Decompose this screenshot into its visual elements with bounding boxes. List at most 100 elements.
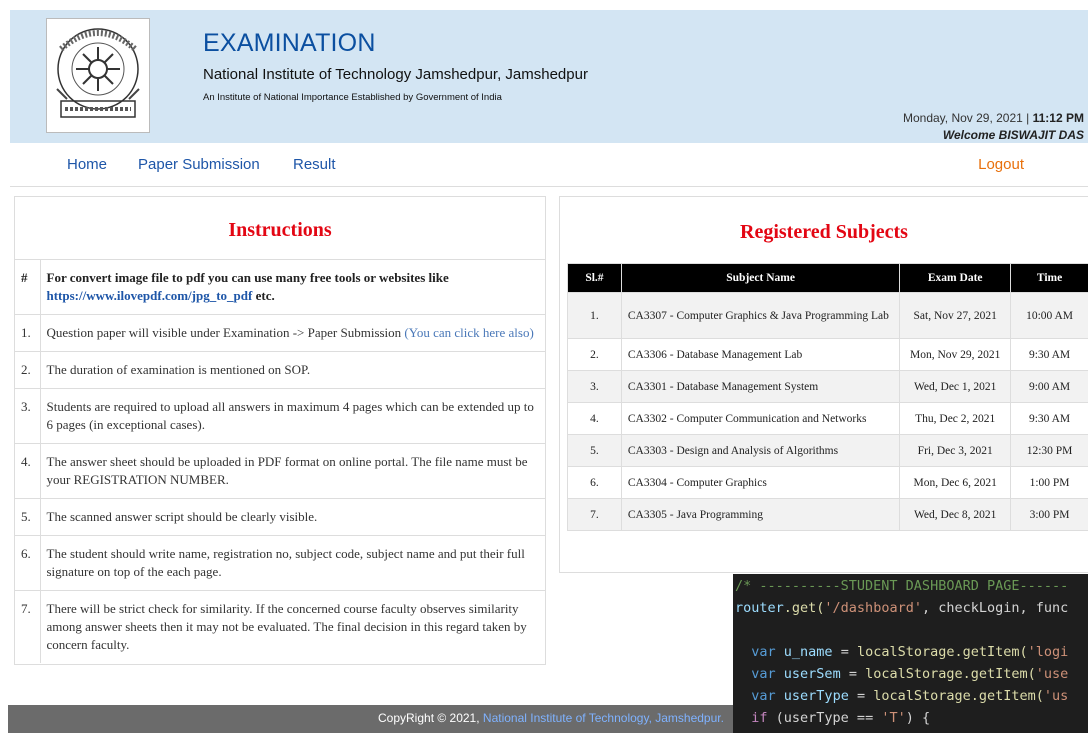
subject-name: CA3302 - Computer Communication and Netw… <box>620 402 901 435</box>
code-token: u_name <box>783 644 833 660</box>
subject-time: 12:30 PM <box>1010 434 1088 467</box>
subject-time: 10:00 AM <box>1010 292 1088 339</box>
pdf-tool-link[interactable]: https://www.ilovepdf.com/jpg_to_pdf <box>47 288 253 303</box>
subject-row: 3. CA3301 - Database Management System Wed… <box>567 370 1088 403</box>
subject-exam-date: Mon, Nov 29, 2021 <box>899 338 1012 371</box>
subject-time: 9:30 AM <box>1010 402 1088 435</box>
instruction-text: Question paper will visible under Examin… <box>40 314 545 352</box>
code-token: userSem <box>783 666 841 682</box>
instruction-body: Question paper will visible under Examin… <box>46 325 405 340</box>
instruction-number: 7. <box>15 590 41 663</box>
copyright-text: CopyRight © 2021, National Institute of … <box>378 711 724 725</box>
subject-exam-date: Sat, Nov 27, 2021 <box>899 292 1012 339</box>
code-token: userType <box>783 688 849 704</box>
instruction-text: The student should write name, registrat… <box>40 535 545 591</box>
logout-link[interactable]: Logout <box>978 156 1024 173</box>
instruction-body: There will be strict check for similarit… <box>46 601 527 652</box>
subjects-header-row: Sl.# Subject Name Exam Date Time <box>567 263 1088 293</box>
code-token: localStorage.getItem( <box>865 666 1036 682</box>
instruction-body: The scanned answer script should be clea… <box>46 509 318 524</box>
subject-name: CA3303 - Design and Analysis of Algorith… <box>620 434 901 467</box>
instruction-body: The duration of examination is mentioned… <box>46 362 311 377</box>
code-token: (userType == <box>767 710 882 726</box>
instruction-row: 4. The answer sheet should be uploaded in… <box>15 443 545 499</box>
code-token: , checkLogin, func <box>921 600 1069 616</box>
code-token: 'logi <box>1027 644 1069 660</box>
subjects-table: Sl.# Subject Name Exam Date Time 1. CA330… <box>567 263 1088 531</box>
instruction-number: 4. <box>15 443 41 499</box>
subject-row: 7. CA3305 - Java Programming Wed, Dec 8, 2… <box>567 498 1088 531</box>
instruction-row: 6. The student should write name, registr… <box>15 535 545 591</box>
subject-sl: 3. <box>567 370 622 403</box>
institute-logo <box>46 18 150 133</box>
instruction-row: 1. Question paper will visible under Exam… <box>15 314 545 352</box>
code-line: router.get('/dashboard', checkLogin, fun… <box>735 597 1088 619</box>
instruction-text: The duration of examination is mentioned… <box>40 351 545 389</box>
registered-subjects-panel: Registered Subjects Sl.# Subject Name Ex… <box>559 196 1088 573</box>
instruction-text: The answer sheet should be uploaded in P… <box>40 443 545 499</box>
instruction-number: 2. <box>15 351 41 389</box>
instruction-row: 7. There will be strict check for similar… <box>15 590 545 663</box>
instruction-body: Students are required to upload all answ… <box>46 399 534 432</box>
institute-footer-link[interactable]: National Institute of Technology, Jamshe… <box>483 711 724 725</box>
code-token: router <box>735 600 784 616</box>
col-header-subject: Subject Name <box>620 263 901 293</box>
registered-subjects-title: Registered Subjects <box>740 221 908 243</box>
subject-sl: 5. <box>567 434 622 467</box>
code-token: ) { <box>905 710 931 726</box>
subject-name: CA3306 - Database Management Lab <box>620 338 901 371</box>
code-token: 'use <box>1035 666 1069 682</box>
site-title: EXAMINATION <box>203 29 376 57</box>
instruction-text: Students are required to upload all answ… <box>40 388 545 444</box>
instruction-number: 5. <box>15 498 41 536</box>
current-datetime: Monday, Nov 29, 2021 | 11:12 PM <box>903 111 1084 125</box>
code-line: if (userType == 'T') { <box>735 707 1088 729</box>
code-line: var userType = localStorage.getItem('us <box>751 688 1069 704</box>
instruction-body: The answer sheet should be uploaded in P… <box>46 454 528 487</box>
instruction-number: 6. <box>15 535 41 591</box>
nav-result[interactable]: Result <box>293 156 336 173</box>
subject-time: 9:30 AM <box>1010 338 1088 371</box>
instruction-number: 1. <box>15 314 41 352</box>
code-token: '/dashboard' <box>824 600 922 616</box>
main-nav: Home Paper Submission Result Logout <box>10 143 1088 187</box>
instruction-row: 5. The scanned answer script should be cl… <box>15 498 545 536</box>
subject-sl: 6. <box>567 466 622 499</box>
subject-name: CA3305 - Java Programming <box>620 498 901 531</box>
current-date: Monday, Nov 29, 2021 | <box>902 111 1030 125</box>
col-header-exam-date: Exam Date <box>899 263 1012 293</box>
institute-tagline: An Institute of National Importance Esta… <box>203 92 502 103</box>
col-header-time: Time <box>1010 263 1088 293</box>
paper-submission-link[interactable]: (You can click here also) <box>404 325 533 340</box>
instructions-table: # For convert image file to pdf you can … <box>15 259 545 663</box>
subject-sl: 2. <box>567 338 622 371</box>
code-line: var u_name = localStorage.getItem('logi <box>751 644 1069 660</box>
instruction-text: There will be strict check for similarit… <box>40 590 545 663</box>
instruction-head-text: For convert image file to pdf you can us… <box>46 270 449 285</box>
welcome-message: Welcome BISWAJIT DAS <box>942 128 1084 142</box>
instruction-number: 3. <box>15 388 41 444</box>
code-line: var userSem = localStorage.getItem('use <box>751 666 1069 682</box>
instructions-title: Instructions <box>228 219 332 241</box>
instruction-marker: # <box>15 259 41 315</box>
subject-name: CA3301 - Database Management System <box>620 370 901 403</box>
subject-row: 2. CA3306 - Database Management Lab Mon, N… <box>567 338 1088 371</box>
code-token: .get( <box>783 600 825 616</box>
instruction-row: 2. The duration of examination is mention… <box>15 351 545 389</box>
subject-time: 9:00 AM <box>1010 370 1088 403</box>
instruction-body: The student should write name, registrat… <box>46 546 525 579</box>
instruction-row: 3. Students are required to upload all an… <box>15 388 545 444</box>
subject-time: 1:00 PM <box>1010 466 1088 499</box>
instruction-text: The scanned answer script should be clea… <box>40 498 545 536</box>
instructions-header-row: # For convert image file to pdf you can … <box>15 259 545 315</box>
nav-home[interactable]: Home <box>67 156 107 173</box>
subject-name: CA3304 - Computer Graphics <box>620 466 901 499</box>
nav-paper-submission[interactable]: Paper Submission <box>138 156 260 173</box>
code-comment: /* ----------STUDENT DASHBOARD PAGE-----… <box>735 578 1069 594</box>
site-header: EXAMINATION National Institute of Techno… <box>10 10 1088 143</box>
institute-name: National Institute of Technology Jamshed… <box>203 66 588 83</box>
subject-row: 1. CA3307 - Computer Graphics & Java Prog… <box>567 292 1088 339</box>
code-token: localStorage.getItem( <box>873 688 1044 704</box>
subject-sl: 1. <box>567 292 622 339</box>
